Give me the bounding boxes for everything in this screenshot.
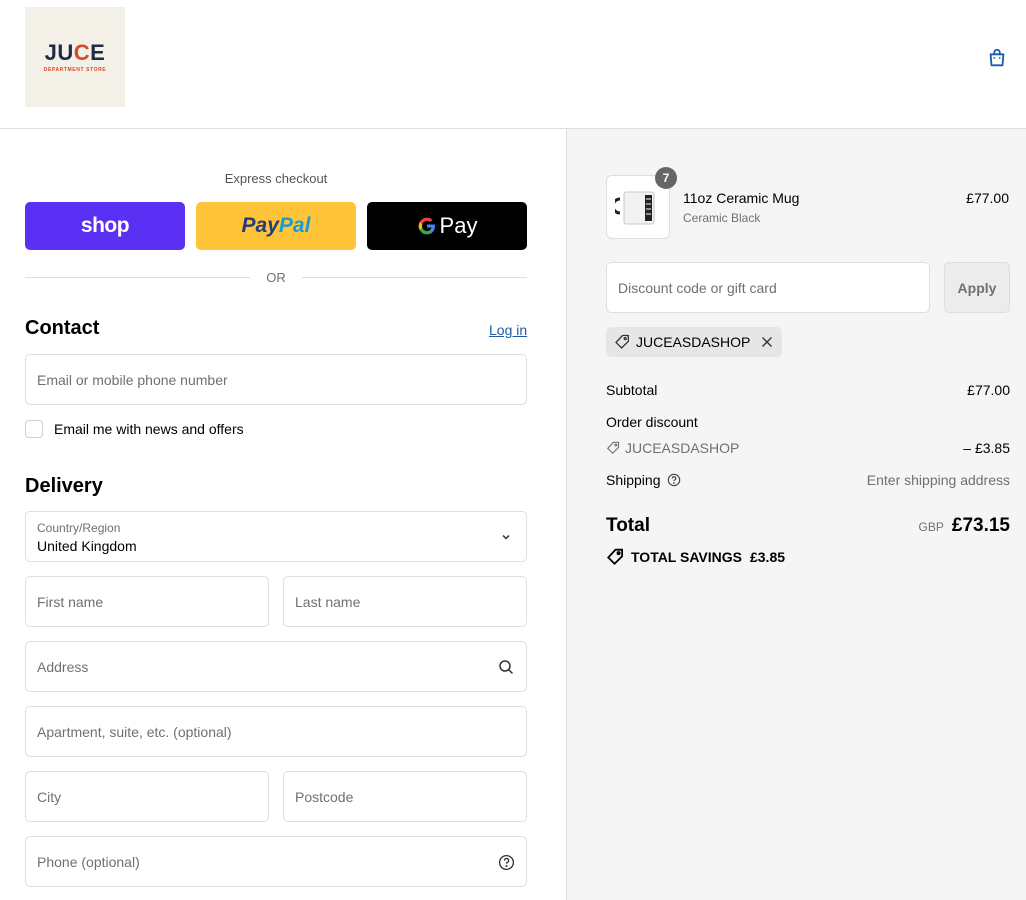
tag-icon <box>606 441 620 455</box>
email-field[interactable]: Email or mobile phone number <box>25 354 527 405</box>
cart-button[interactable] <box>983 44 1011 72</box>
phone-help-button[interactable] <box>497 853 515 871</box>
total-amount: £73.15 <box>951 515 1010 536</box>
checkout-form-column: Express checkout shop PayPal Pay OR Cont… <box>0 129 566 900</box>
product-name: 11oz Ceramic Mug <box>683 190 800 206</box>
question-circle-icon <box>498 854 514 870</box>
address-field[interactable]: Address <box>25 641 527 692</box>
product-variant: Ceramic Black <box>683 211 761 225</box>
applied-code-text: JUCEASDASHOP <box>636 334 751 350</box>
total-row: Total GBP £73.15 <box>606 515 1010 536</box>
newsletter-option[interactable]: Email me with news and offers <box>25 420 244 438</box>
express-checkout-title: Express checkout <box>224 171 328 186</box>
shipping-row: Shipping Enter shipping address <box>606 472 1010 488</box>
newsletter-checkbox[interactable] <box>25 420 43 438</box>
discount-code-input[interactable]: Discount code or gift card <box>606 262 930 313</box>
city-field[interactable]: City <box>25 771 269 822</box>
order-summary-column: 7 11oz Ceramic Mug Ceramic Black £77.00 … <box>566 129 1026 900</box>
shopping-bag-icon <box>989 48 1005 67</box>
delivery-heading: Delivery <box>25 475 103 497</box>
phone-field[interactable]: Phone (optional) <box>25 836 527 887</box>
or-divider: OR <box>25 269 527 285</box>
last-name-field[interactable]: Last name <box>283 576 527 627</box>
login-link[interactable]: Log in <box>489 322 527 338</box>
paypal-button[interactable]: PayPal <box>196 202 356 250</box>
contact-heading: Contact <box>25 317 100 339</box>
order-discount-row: Order discount <box>606 414 698 430</box>
newsletter-label: Email me with news and offers <box>54 421 244 437</box>
discount-detail-row: JUCEASDASHOP – £3.85 <box>606 440 1010 458</box>
shop-pay-button[interactable]: shop <box>25 202 185 250</box>
chevron-down-icon <box>502 534 510 540</box>
mug-image <box>615 191 655 225</box>
tag-icon <box>606 548 623 566</box>
google-pay-button[interactable]: Pay <box>367 202 527 250</box>
close-icon <box>762 337 773 347</box>
first-name-field[interactable]: First name <box>25 576 269 627</box>
header: JUCE DEPARTMENT STORE <box>0 0 1026 129</box>
apply-discount-button[interactable]: Apply <box>944 262 1010 313</box>
tag-icon <box>615 334 629 349</box>
country-select[interactable]: Country/Region United Kingdom <box>25 511 527 562</box>
total-savings: TOTAL SAVINGS £3.85 <box>606 548 785 566</box>
product-price: £77.00 <box>966 190 1009 206</box>
remove-discount-button[interactable] <box>760 335 774 349</box>
search-icon <box>499 660 514 675</box>
applied-discount-chip: JUCEASDASHOP <box>606 327 783 357</box>
subtotal-row: Subtotal £77.00 <box>606 382 1010 398</box>
logo-subtext: DEPARTMENT STORE <box>43 66 107 73</box>
store-logo[interactable]: JUCE DEPARTMENT STORE <box>25 7 125 107</box>
google-g-icon <box>418 217 435 235</box>
question-circle-icon[interactable] <box>667 473 681 487</box>
postcode-field[interactable]: Postcode <box>283 771 527 822</box>
apartment-field[interactable]: Apartment, suite, etc. (optional) <box>25 706 527 757</box>
quantity-badge: 7 <box>655 167 677 189</box>
